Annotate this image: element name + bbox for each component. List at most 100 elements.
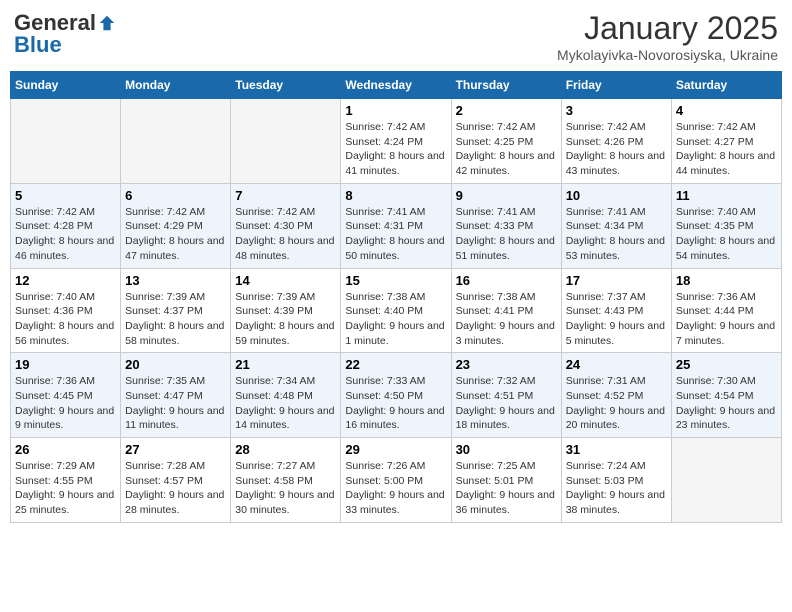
calendar-cell: 20Sunrise: 7:35 AM Sunset: 4:47 PM Dayli… — [121, 353, 231, 438]
calendar-week-row: 19 Sunrise: 7:36 AM Sunset: 4:45 PM Dayli… — [11, 353, 782, 438]
day-number: 8 — [345, 188, 446, 203]
day-number: 27 — [125, 442, 226, 457]
calendar-cell: 10 Sunrise: 7:41 AM Sunset: 4:34 PM Dayli… — [561, 183, 671, 268]
title-section: January 2025 Mykolayivka-Novorosiyska, U… — [557, 10, 778, 63]
day-info: Sunrise: 7:42 AM Sunset: 4:28 PM Dayligh… — [15, 205, 116, 264]
day-info: Sunrise: 7:31 AM Sunset: 4:52 PM Dayligh… — [566, 374, 667, 433]
calendar-cell: 4Sunrise: 7:42 AM Sunset: 4:27 PM Daylig… — [671, 99, 781, 184]
day-number: 2 — [456, 103, 557, 118]
day-number: 11 — [676, 188, 777, 203]
day-info: Sunrise: 7:28 AM Sunset: 4:57 PM Dayligh… — [125, 459, 226, 518]
logo-blue: Blue — [14, 32, 62, 58]
calendar-week-row: 1 Sunrise: 7:42 AM Sunset: 4:24 PM Daylig… — [11, 99, 782, 184]
day-info: Sunrise: 7:42 AM Sunset: 4:30 PM Dayligh… — [235, 205, 336, 264]
day-number: 12 — [15, 273, 116, 288]
day-number: 31 — [566, 442, 667, 457]
day-number: 4 — [676, 103, 777, 118]
calendar-header-row: SundayMondayTuesdayWednesdayThursdayFrid… — [11, 72, 782, 99]
calendar-cell: 28Sunrise: 7:27 AM Sunset: 4:58 PM Dayli… — [231, 438, 341, 523]
calendar-cell: 8 Sunrise: 7:41 AM Sunset: 4:31 PM Daylig… — [341, 183, 451, 268]
day-info: Sunrise: 7:41 AM Sunset: 4:33 PM Dayligh… — [456, 205, 557, 264]
day-info: Sunrise: 7:40 AM Sunset: 4:35 PM Dayligh… — [676, 205, 777, 264]
calendar-cell: 3 Sunrise: 7:42 AM Sunset: 4:26 PM Daylig… — [561, 99, 671, 184]
day-info: Sunrise: 7:24 AM Sunset: 5:03 PM Dayligh… — [566, 459, 667, 518]
day-number: 19 — [15, 357, 116, 372]
column-header-friday: Friday — [561, 72, 671, 99]
column-header-wednesday: Wednesday — [341, 72, 451, 99]
day-info: Sunrise: 7:39 AM Sunset: 4:39 PM Dayligh… — [235, 290, 336, 349]
day-number: 26 — [15, 442, 116, 457]
day-number: 6 — [125, 188, 226, 203]
day-info: Sunrise: 7:38 AM Sunset: 4:40 PM Dayligh… — [345, 290, 446, 349]
day-info: Sunrise: 7:33 AM Sunset: 4:50 PM Dayligh… — [345, 374, 446, 433]
day-info: Sunrise: 7:41 AM Sunset: 4:31 PM Dayligh… — [345, 205, 446, 264]
logo: General Blue — [14, 10, 116, 58]
calendar-cell: 13Sunrise: 7:39 AM Sunset: 4:37 PM Dayli… — [121, 268, 231, 353]
calendar-cell: 14 Sunrise: 7:39 AM Sunset: 4:39 PM Dayli… — [231, 268, 341, 353]
calendar-cell: 15 Sunrise: 7:38 AM Sunset: 4:40 PM Dayli… — [341, 268, 451, 353]
calendar-cell — [11, 99, 121, 184]
calendar-cell: 6 Sunrise: 7:42 AM Sunset: 4:29 PM Daylig… — [121, 183, 231, 268]
logo-icon — [98, 14, 116, 32]
day-info: Sunrise: 7:42 AM Sunset: 4:24 PM Dayligh… — [345, 120, 446, 179]
day-info: Sunrise: 7:27 AM Sunset: 4:58 PM Dayligh… — [235, 459, 336, 518]
day-number: 21 — [235, 357, 336, 372]
calendar-cell: 21 Sunrise: 7:34 AM Sunset: 4:48 PM Dayli… — [231, 353, 341, 438]
day-number: 9 — [456, 188, 557, 203]
calendar-cell: 29 Sunrise: 7:26 AM Sunset: 5:00 PM Dayli… — [341, 438, 451, 523]
day-info: Sunrise: 7:40 AM Sunset: 4:36 PM Dayligh… — [15, 290, 116, 349]
calendar-cell — [671, 438, 781, 523]
column-header-sunday: Sunday — [11, 72, 121, 99]
calendar-week-row: 26 Sunrise: 7:29 AM Sunset: 4:55 PM Dayli… — [11, 438, 782, 523]
day-number: 13 — [125, 273, 226, 288]
calendar-cell: 12 Sunrise: 7:40 AM Sunset: 4:36 PM Dayli… — [11, 268, 121, 353]
calendar-week-row: 12 Sunrise: 7:40 AM Sunset: 4:36 PM Dayli… — [11, 268, 782, 353]
calendar-cell: 25 Sunrise: 7:30 AM Sunset: 4:54 PM Dayli… — [671, 353, 781, 438]
calendar-week-row: 5 Sunrise: 7:42 AM Sunset: 4:28 PM Daylig… — [11, 183, 782, 268]
day-info: Sunrise: 7:34 AM Sunset: 4:48 PM Dayligh… — [235, 374, 336, 433]
day-number: 16 — [456, 273, 557, 288]
day-number: 1 — [345, 103, 446, 118]
day-number: 30 — [456, 442, 557, 457]
day-number: 3 — [566, 103, 667, 118]
day-info: Sunrise: 7:29 AM Sunset: 4:55 PM Dayligh… — [15, 459, 116, 518]
day-number: 5 — [15, 188, 116, 203]
day-number: 20 — [125, 357, 226, 372]
day-number: 24 — [566, 357, 667, 372]
location-subtitle: Mykolayivka-Novorosiyska, Ukraine — [557, 47, 778, 63]
calendar-cell: 26 Sunrise: 7:29 AM Sunset: 4:55 PM Dayli… — [11, 438, 121, 523]
day-info: Sunrise: 7:42 AM Sunset: 4:26 PM Dayligh… — [566, 120, 667, 179]
calendar-cell: 7 Sunrise: 7:42 AM Sunset: 4:30 PM Daylig… — [231, 183, 341, 268]
calendar-cell: 30 Sunrise: 7:25 AM Sunset: 5:01 PM Dayli… — [451, 438, 561, 523]
day-number: 15 — [345, 273, 446, 288]
calendar-cell: 18Sunrise: 7:36 AM Sunset: 4:44 PM Dayli… — [671, 268, 781, 353]
calendar-cell: 24 Sunrise: 7:31 AM Sunset: 4:52 PM Dayli… — [561, 353, 671, 438]
calendar-cell: 1 Sunrise: 7:42 AM Sunset: 4:24 PM Daylig… — [341, 99, 451, 184]
day-info: Sunrise: 7:41 AM Sunset: 4:34 PM Dayligh… — [566, 205, 667, 264]
calendar-cell: 11 Sunrise: 7:40 AM Sunset: 4:35 PM Dayli… — [671, 183, 781, 268]
calendar-cell — [231, 99, 341, 184]
calendar-cell: 16Sunrise: 7:38 AM Sunset: 4:41 PM Dayli… — [451, 268, 561, 353]
day-number: 29 — [345, 442, 446, 457]
column-header-thursday: Thursday — [451, 72, 561, 99]
month-title: January 2025 — [557, 10, 778, 47]
day-info: Sunrise: 7:37 AM Sunset: 4:43 PM Dayligh… — [566, 290, 667, 349]
day-number: 10 — [566, 188, 667, 203]
day-info: Sunrise: 7:25 AM Sunset: 5:01 PM Dayligh… — [456, 459, 557, 518]
day-number: 7 — [235, 188, 336, 203]
calendar-cell: 9 Sunrise: 7:41 AM Sunset: 4:33 PM Daylig… — [451, 183, 561, 268]
column-header-monday: Monday — [121, 72, 231, 99]
column-header-saturday: Saturday — [671, 72, 781, 99]
calendar-cell: 27 Sunrise: 7:28 AM Sunset: 4:57 PM Dayli… — [121, 438, 231, 523]
calendar-cell: 2Sunrise: 7:42 AM Sunset: 4:25 PM Daylig… — [451, 99, 561, 184]
day-number: 17 — [566, 273, 667, 288]
day-info: Sunrise: 7:30 AM Sunset: 4:54 PM Dayligh… — [676, 374, 777, 433]
day-number: 14 — [235, 273, 336, 288]
calendar-cell: 19 Sunrise: 7:36 AM Sunset: 4:45 PM Dayli… — [11, 353, 121, 438]
calendar-cell: 5 Sunrise: 7:42 AM Sunset: 4:28 PM Daylig… — [11, 183, 121, 268]
day-number: 25 — [676, 357, 777, 372]
day-info: Sunrise: 7:42 AM Sunset: 4:29 PM Dayligh… — [125, 205, 226, 264]
day-info: Sunrise: 7:26 AM Sunset: 5:00 PM Dayligh… — [345, 459, 446, 518]
day-info: Sunrise: 7:36 AM Sunset: 4:45 PM Dayligh… — [15, 374, 116, 433]
day-info: Sunrise: 7:32 AM Sunset: 4:51 PM Dayligh… — [456, 374, 557, 433]
